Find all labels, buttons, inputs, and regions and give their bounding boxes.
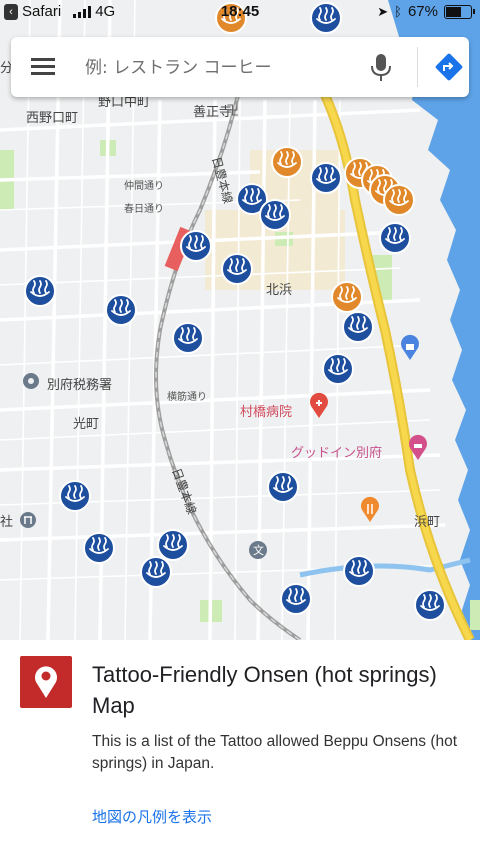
status-bar: ‹ Safari 4G 18:45 ➤ ᛒ 67% <box>0 0 480 26</box>
hamburger-icon <box>31 58 55 61</box>
map-view[interactable]: 分 西野口町 野口中町 善正寺 北浜 別府税務署 光町 浜町 社 仲間通り 春日… <box>0 0 480 640</box>
label-kasuga-dori: 春日通り <box>124 203 164 215</box>
onsen-marker-highlight-icon[interactable] <box>331 281 363 313</box>
battery-icon <box>444 4 475 19</box>
label-noguchi-naka-machi: 野口中町 <box>98 95 150 110</box>
onsen-marker-icon[interactable] <box>105 294 137 326</box>
onsen-marker-icon[interactable] <box>414 589 446 621</box>
svg-text:文: 文 <box>253 543 264 557</box>
directions-button[interactable] <box>434 52 464 82</box>
onsen-marker-icon[interactable] <box>343 555 375 587</box>
map-title: Tattoo-Friendly Onsen (hot springs) Map <box>92 662 437 718</box>
onsen-marker-icon[interactable] <box>342 311 374 343</box>
label-nakama-dori: 仲間通り <box>124 179 164 192</box>
onsen-marker-icon[interactable] <box>157 529 189 561</box>
place-pin-icon[interactable] <box>23 373 39 389</box>
label-yokosuji-dori: 横筋通り <box>167 390 207 403</box>
onsen-marker-icon[interactable] <box>322 353 354 385</box>
onsen-marker-icon[interactable] <box>172 322 204 354</box>
label-hikari-machi: 光町 <box>73 417 99 432</box>
label-good-inn-beppu: グッドイン別府 <box>291 446 382 461</box>
label-hama-machi: 浜町 <box>414 515 440 530</box>
microphone-button[interactable] <box>366 51 396 83</box>
microphone-icon <box>371 54 391 81</box>
directions-icon <box>435 53 463 81</box>
label-murahashi-hospital: 村橋病院 <box>240 405 292 420</box>
onsen-marker-icon[interactable] <box>310 162 342 194</box>
onsen-marker-icon[interactable] <box>83 532 115 564</box>
school-pin-icon[interactable]: 文 <box>249 541 267 559</box>
onsen-marker-highlight-icon[interactable] <box>271 146 303 178</box>
bluetooth-icon: ᛒ <box>394 4 402 19</box>
search-input[interactable] <box>83 51 357 85</box>
onsen-marker-icon[interactable] <box>379 222 411 254</box>
shrine-pin-icon[interactable] <box>20 512 36 528</box>
onsen-marker-highlight-icon[interactable] <box>383 184 415 216</box>
map-description: This is a list of the Tattoo allowed Bep… <box>92 733 458 772</box>
map-pin-icon <box>20 656 72 708</box>
search-bar <box>11 37 469 97</box>
park-area <box>470 600 480 630</box>
show-legend-link[interactable]: 地図の凡例を表示 <box>92 806 212 827</box>
battery-percent: 67% <box>407 3 438 20</box>
label-nishinoguchi-machi: 西野口町 <box>26 111 78 126</box>
onsen-marker-icon[interactable] <box>180 230 212 262</box>
menu-button[interactable] <box>31 55 59 79</box>
temple-icon: 卍 <box>226 104 239 119</box>
onsen-marker-icon[interactable] <box>221 253 253 285</box>
search-divider <box>417 47 418 87</box>
label-kitahama: 北浜 <box>266 283 292 298</box>
onsen-marker-icon[interactable] <box>259 199 291 231</box>
onsen-marker-icon[interactable] <box>59 480 91 512</box>
svg-text:卍: 卍 <box>226 104 239 119</box>
onsen-marker-icon[interactable] <box>280 583 312 615</box>
onsen-marker-icon[interactable] <box>267 471 299 503</box>
label-beppu-tax-office: 別府税務署 <box>47 378 112 393</box>
label-edge-left-shrine: 社 <box>0 514 13 530</box>
onsen-marker-icon[interactable] <box>140 556 172 588</box>
onsen-marker-icon[interactable] <box>24 275 56 307</box>
location-arrow-icon: ➤ <box>377 3 389 19</box>
